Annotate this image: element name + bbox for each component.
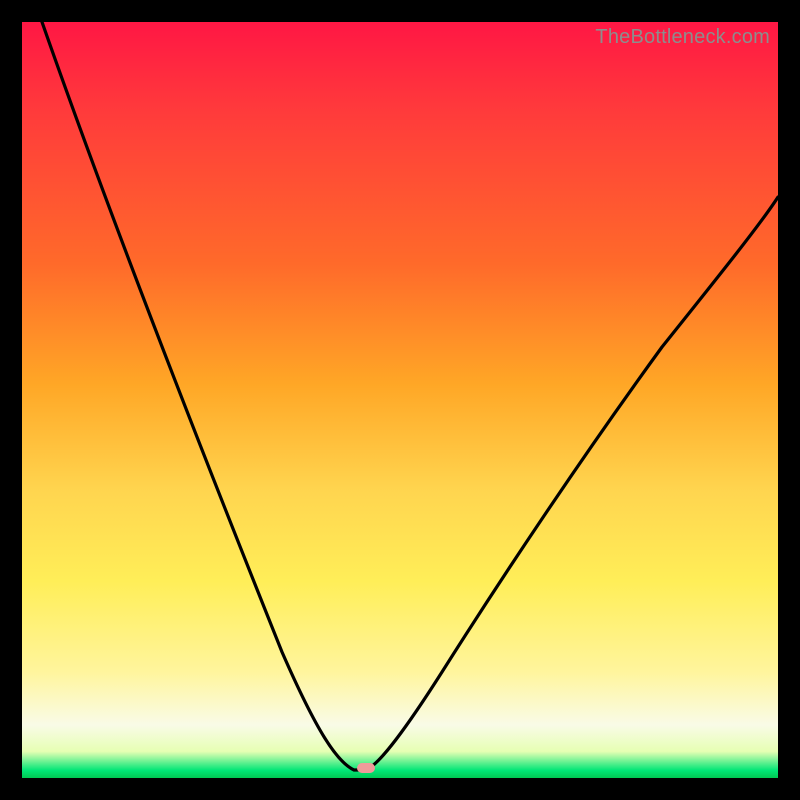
plot-area: TheBottleneck.com [22, 22, 778, 778]
chart-frame: TheBottleneck.com [0, 0, 800, 800]
min-marker [357, 763, 375, 773]
curve-svg [22, 22, 778, 778]
bottleneck-curve-path [42, 22, 778, 770]
